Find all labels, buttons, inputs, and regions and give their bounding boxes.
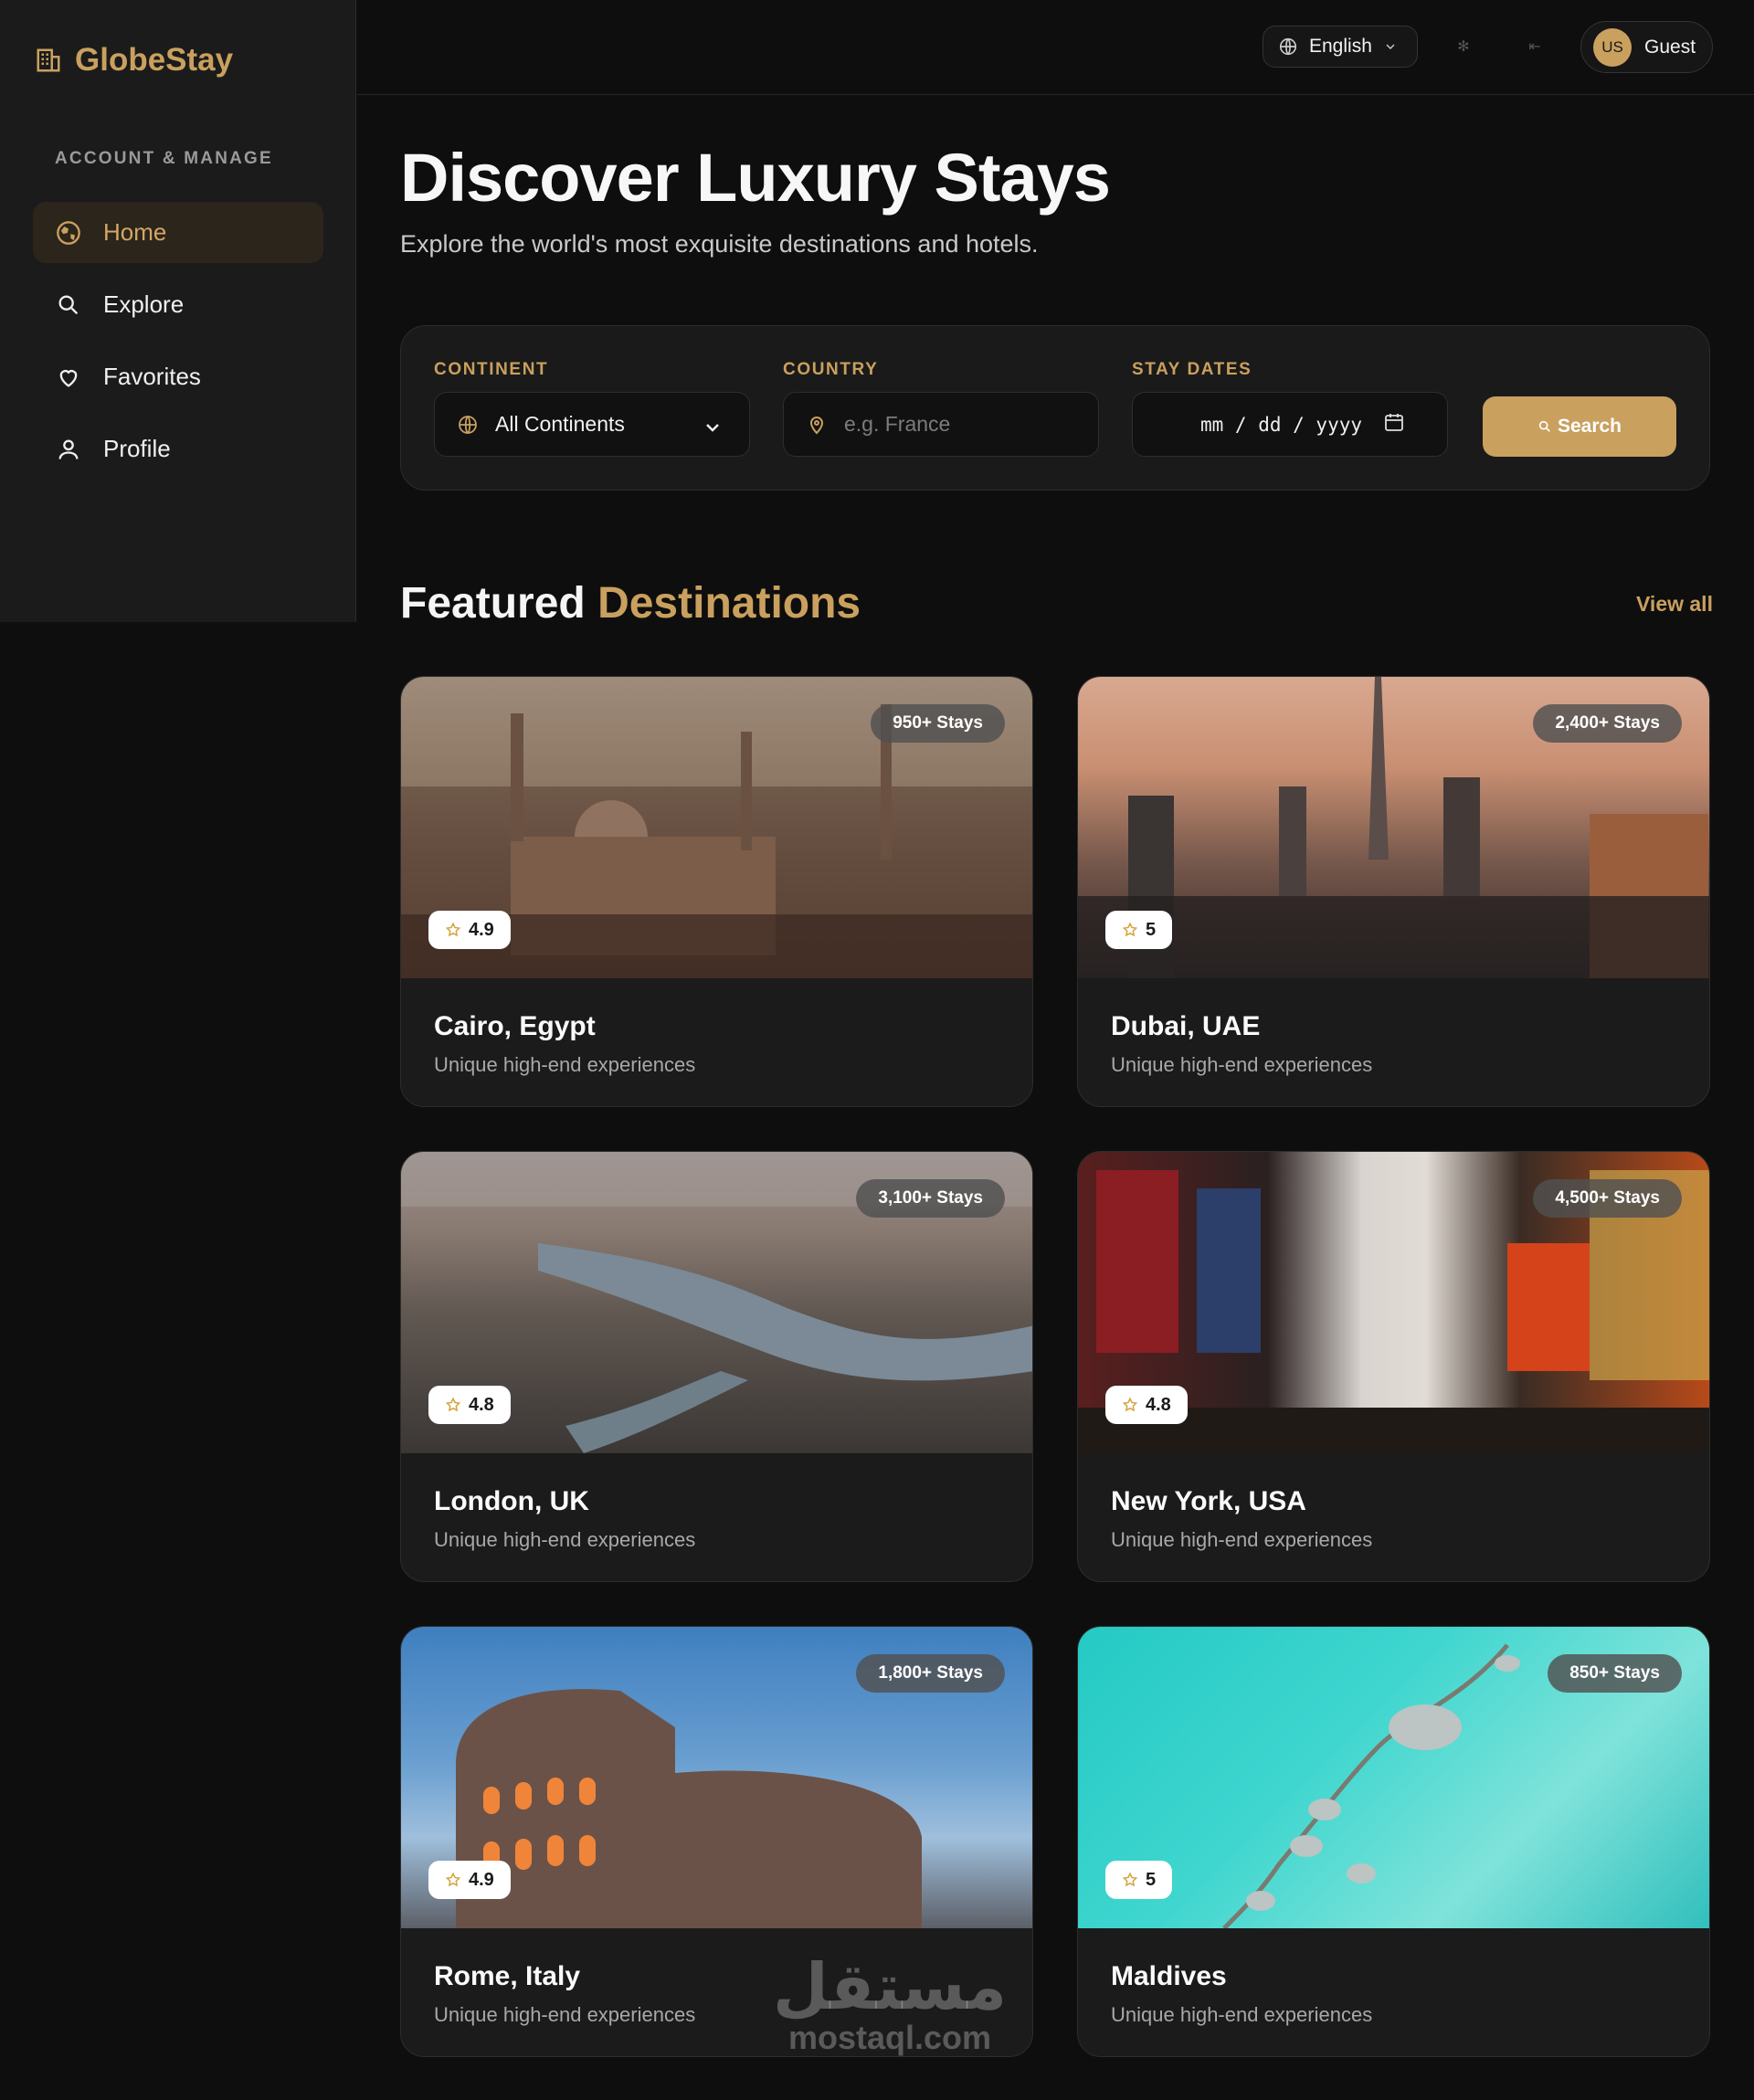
- rating-value: 4.8: [469, 1394, 494, 1415]
- card-title: Cairo, Egypt: [434, 1011, 596, 1041]
- section-title: Featured Destinations: [400, 578, 861, 628]
- language-label: English: [1309, 36, 1372, 57]
- sidebar: GlobeStay ACCOUNT & MANAGE Home Explore …: [0, 0, 356, 622]
- sidebar-nav: Home Explore Favorites Profile: [33, 202, 323, 491]
- rating-value: 4.8: [1146, 1394, 1171, 1415]
- top-bar: English ✻ ⇤ US Guest: [357, 0, 1754, 95]
- heart-icon: [55, 364, 82, 391]
- star-icon: [445, 1397, 461, 1412]
- language-selector[interactable]: English: [1263, 26, 1418, 68]
- search-button[interactable]: Search: [1483, 396, 1676, 457]
- chevron-down-icon: [706, 424, 719, 432]
- theme-toggle-icon[interactable]: ✻: [1452, 35, 1475, 58]
- page-subtitle: Explore the world's most exquisite desti…: [400, 230, 1039, 258]
- brand-logo[interactable]: GlobeStay: [35, 42, 233, 79]
- card-description: Unique high-end experiences: [434, 1053, 696, 1076]
- globe-icon: [459, 415, 477, 434]
- card-title: London, UK: [434, 1486, 589, 1516]
- watermark: مستقل mostaql.com: [773, 1955, 1007, 2057]
- sidebar-item-explore[interactable]: Explore: [33, 274, 323, 335]
- stays-badge: 1,800+ Stays: [856, 1654, 1005, 1693]
- rating-value: 5: [1146, 1869, 1157, 1890]
- stays-badge: 2,400+ Stays: [1533, 704, 1682, 743]
- destination-card-new-york[interactable]: 4,500+ Stays 4.8 New York, USA Unique hi…: [1077, 1151, 1710, 1582]
- logout-icon[interactable]: ⇤: [1523, 35, 1547, 58]
- card-description: Unique high-end experiences: [1111, 2003, 1373, 2026]
- country-input[interactable]: e.g. France: [783, 392, 1099, 457]
- destination-card-london[interactable]: 3,100+ Stays 4.8 London, UK Unique high-…: [400, 1151, 1033, 1582]
- map-pin-icon: [809, 416, 824, 434]
- destination-card-maldives[interactable]: 850+ Stays 5 Maldives Unique high-end ex…: [1077, 1626, 1710, 2057]
- stay-dates-input[interactable]: mm / dd / yyyy: [1132, 392, 1448, 457]
- stays-badge: 4,500+ Stays: [1533, 1179, 1682, 1218]
- stay-dates-label: STAY DATES: [1132, 360, 1252, 379]
- country-placeholder: e.g. France: [844, 412, 951, 436]
- sidebar-item-label: Home: [103, 218, 167, 246]
- chevron-down-icon: [1386, 44, 1395, 49]
- avatar: US: [1593, 27, 1632, 67]
- card-title: Rome, Italy: [434, 1961, 581, 1991]
- hotel-building-icon: [37, 48, 60, 72]
- country-label: COUNTRY: [783, 360, 879, 379]
- destination-card-cairo[interactable]: 950+ Stays 4.9 Cairo, Egypt Unique high-…: [400, 676, 1033, 1107]
- page-title: Discover Luxury Stays: [400, 140, 1111, 216]
- rating-badge: 4.9: [428, 1861, 511, 1899]
- date-placeholder: mm / dd / yyyy: [1200, 413, 1363, 436]
- destination-card-dubai[interactable]: 2,400+ Stays 5 Dubai, UAE Unique high-en…: [1077, 676, 1710, 1107]
- card-description: Unique high-end experiences: [1111, 1053, 1373, 1076]
- calendar-icon[interactable]: [1383, 411, 1405, 433]
- card-title: Dubai, UAE: [1111, 1011, 1261, 1041]
- sidebar-item-label: Profile: [103, 435, 171, 462]
- user-menu[interactable]: US Guest: [1580, 21, 1713, 73]
- watermark-arabic: مستقل: [773, 1949, 1008, 2024]
- search-icon: [55, 291, 82, 319]
- card-description: Unique high-end experiences: [1111, 1528, 1373, 1551]
- sidebar-item-label: Favorites: [103, 363, 201, 390]
- user-icon: [55, 436, 82, 463]
- sidebar-section-label: ACCOUNT & MANAGE: [55, 149, 273, 168]
- card-title: Maldives: [1111, 1961, 1227, 1991]
- sidebar-item-profile[interactable]: Profile: [33, 418, 323, 480]
- stays-badge: 850+ Stays: [1548, 1654, 1682, 1693]
- star-icon: [1122, 1397, 1138, 1412]
- globe-icon: [55, 219, 82, 247]
- rating-badge: 4.8: [428, 1386, 511, 1424]
- rating-value: 4.9: [469, 1869, 494, 1890]
- star-icon: [1122, 922, 1138, 937]
- user-name: Guest: [1644, 36, 1696, 58]
- view-all-link[interactable]: View all: [1636, 592, 1713, 617]
- brand-name: GlobeStay: [75, 42, 234, 78]
- star-icon: [1122, 1872, 1138, 1887]
- star-icon: [445, 1872, 461, 1887]
- star-icon: [445, 922, 461, 937]
- stays-badge: 3,100+ Stays: [856, 1179, 1005, 1218]
- card-title: New York, USA: [1111, 1486, 1306, 1516]
- globe-icon: [1279, 37, 1297, 56]
- continent-value: All Continents: [495, 412, 625, 436]
- search-icon: [1538, 420, 1550, 432]
- section-title-main: Featured: [400, 579, 586, 628]
- continent-select[interactable]: All Continents: [434, 392, 750, 457]
- continent-label: CONTINENT: [434, 360, 549, 379]
- rating-value: 5: [1146, 919, 1157, 940]
- rating-badge: 4.8: [1105, 1386, 1188, 1424]
- card-description: Unique high-end experiences: [434, 1528, 696, 1551]
- sidebar-item-favorites[interactable]: Favorites: [33, 346, 323, 407]
- stays-badge: 950+ Stays: [871, 704, 1005, 743]
- rating-badge: 5: [1105, 1861, 1173, 1899]
- search-button-label: Search: [1557, 416, 1622, 437]
- rating-badge: 5: [1105, 911, 1173, 949]
- search-panel: CONTINENT All Continents COUNTRY e.g. Fr…: [400, 325, 1710, 491]
- sidebar-item-home[interactable]: Home: [33, 202, 323, 263]
- watermark-latin: mostaql.com: [787, 2019, 992, 2056]
- rating-badge: 4.9: [428, 911, 511, 949]
- sidebar-item-label: Explore: [103, 290, 185, 318]
- card-description: Unique high-end experiences: [434, 2003, 696, 2026]
- section-title-accent: Destinations: [597, 579, 861, 628]
- rating-value: 4.9: [469, 919, 494, 940]
